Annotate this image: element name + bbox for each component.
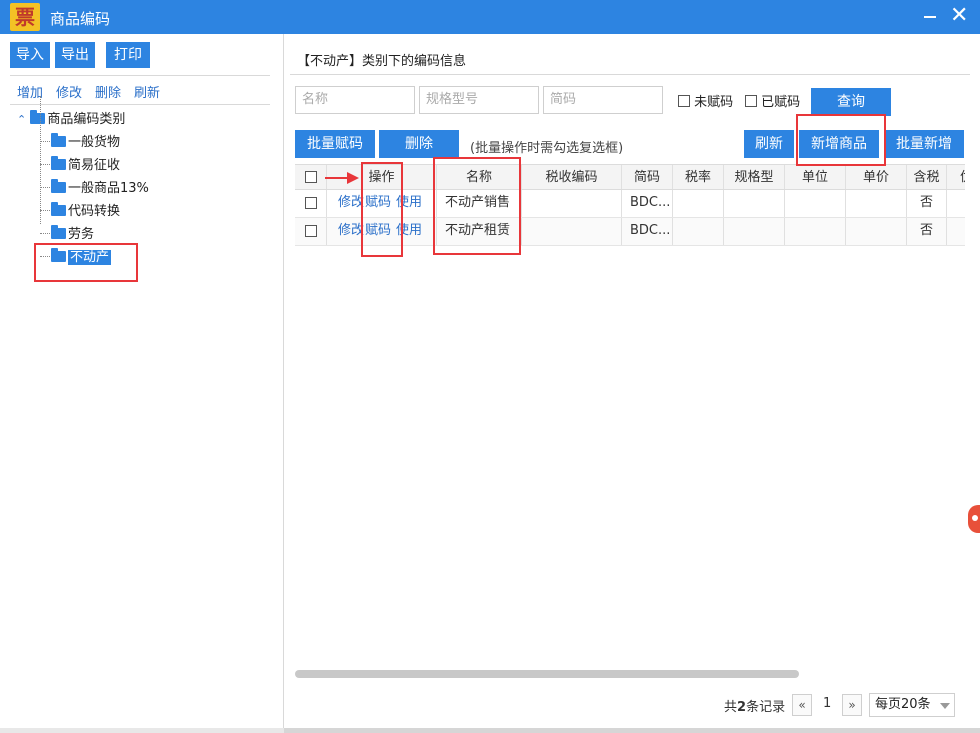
row-spec — [724, 218, 785, 245]
row-tax-code — [522, 190, 622, 217]
row-checkbox[interactable] — [304, 197, 317, 209]
coded-label: 已赋码 — [761, 95, 801, 110]
header-short-code: 简码 — [622, 165, 673, 189]
header-tax-rate: 税率 — [673, 165, 724, 189]
row-tax-rate — [673, 190, 724, 217]
tree-item-label: 简易征收 — [68, 158, 121, 173]
total-count: 2 — [737, 700, 747, 715]
row-checkbox[interactable] — [304, 225, 317, 237]
row-short-code: BDC... — [622, 190, 673, 217]
tree-item-services[interactable]: 劳务 — [40, 225, 94, 245]
header-tax-code: 税收编码 — [522, 165, 622, 189]
tree-item-label: 劳务 — [68, 227, 95, 242]
row-unit — [785, 218, 846, 245]
prev-page-button[interactable]: « — [792, 694, 812, 716]
annotation-box-add — [796, 114, 886, 166]
page-size-value: 每页20条 — [875, 697, 931, 712]
divider — [10, 75, 270, 76]
tree-item-label: 一般商品13% — [68, 181, 149, 196]
row-select-cell — [295, 218, 327, 245]
annotation-box-name — [433, 157, 521, 255]
row-short-code: BDC... — [622, 218, 673, 245]
chevron-down-icon — [940, 703, 950, 709]
folder-icon — [51, 156, 66, 170]
row-price — [846, 218, 907, 245]
bottom-bar — [0, 728, 980, 733]
batch-assign-button[interactable]: 批量赋码 — [295, 130, 375, 158]
tree-item-code-convert[interactable]: 代码转换 — [40, 202, 120, 222]
row-tax-rate — [673, 218, 724, 245]
row-unit — [785, 190, 846, 217]
floating-helper-icon[interactable] — [968, 505, 980, 533]
batch-add-button[interactable]: 批量新增 — [884, 130, 964, 158]
divider — [290, 74, 970, 75]
next-page-button[interactable]: » — [842, 694, 862, 716]
page-title: 【不动产】类别下的编码信息 — [297, 54, 467, 69]
row-select-cell — [295, 190, 327, 217]
code-search-input[interactable]: 简码 — [543, 86, 663, 114]
tree-item-label: 一般货物 — [68, 135, 121, 150]
scrollbar-thumb[interactable] — [295, 670, 799, 678]
folder-icon — [30, 110, 46, 124]
window-title: 商品编码 — [50, 10, 111, 28]
print-button[interactable]: 打印 — [106, 42, 150, 68]
delete-category-link[interactable]: 删除 — [95, 82, 121, 101]
not-coded-checkbox[interactable] — [678, 95, 690, 107]
batch-hint: (批量操作时需勾选复选框) — [470, 141, 624, 156]
select-all-checkbox[interactable] — [304, 171, 317, 183]
refresh-category-link[interactable]: 刷新 — [134, 82, 160, 101]
total-records: 共2条记录 — [724, 700, 786, 715]
coded-filter[interactable]: 已赋码 — [745, 91, 800, 110]
row-price — [846, 190, 907, 217]
tree-root[interactable]: ⌃ 商品编码类别 — [17, 110, 125, 130]
header-tax-incl: 含税 — [907, 165, 947, 189]
export-button[interactable]: 导出 — [55, 42, 95, 68]
tree-item-general-13[interactable]: 一般商品13% — [40, 179, 149, 199]
name-search-input[interactable]: 名称 — [295, 86, 415, 114]
header-preferential: 优 — [947, 165, 965, 189]
query-button[interactable]: 查询 — [811, 88, 891, 116]
header-spec: 规格型 — [724, 165, 785, 189]
header-price: 单价 — [846, 165, 907, 189]
header-select-cell — [295, 165, 327, 189]
annotation-box-category — [34, 243, 138, 282]
tree-item-general-goods[interactable]: 一般货物 — [40, 133, 120, 153]
delete-button[interactable]: 删除 — [379, 130, 459, 158]
not-coded-filter[interactable]: 未赋码 — [678, 91, 733, 110]
edit-category-link[interactable]: 修改 — [56, 82, 82, 101]
tree-item-label: 代码转换 — [68, 204, 121, 219]
row-tax-incl: 否 — [907, 190, 947, 217]
coded-checkbox[interactable] — [745, 95, 757, 107]
tree-root-label: 商品编码类别 — [47, 112, 126, 127]
folder-icon — [51, 225, 66, 239]
folder-icon — [51, 179, 66, 193]
row-tax-incl: 否 — [907, 218, 947, 245]
minimize-icon[interactable] — [924, 16, 936, 18]
annotation-box-ops — [361, 162, 403, 257]
spec-search-input[interactable]: 规格型号 — [419, 86, 539, 114]
collapse-icon[interactable]: ⌃ — [17, 113, 26, 126]
row-spec — [724, 190, 785, 217]
app-logo: 票 — [10, 3, 40, 31]
close-icon[interactable]: ✕ — [950, 3, 968, 29]
title-bar: 票 商品编码 ✕ — [0, 0, 980, 34]
page-size-select[interactable]: 每页20条 — [869, 693, 955, 717]
header-unit: 单位 — [785, 165, 846, 189]
current-page[interactable]: 1 — [823, 696, 831, 711]
row-tax-code — [522, 218, 622, 245]
annotation-arrow — [325, 172, 359, 184]
folder-icon — [51, 202, 66, 216]
divider — [10, 104, 270, 105]
tree-item-simple-levy[interactable]: 简易征收 — [40, 156, 120, 176]
refresh-button[interactable]: 刷新 — [744, 130, 794, 158]
folder-icon — [51, 133, 66, 147]
import-button[interactable]: 导入 — [10, 42, 50, 68]
not-coded-label: 未赋码 — [694, 95, 734, 110]
